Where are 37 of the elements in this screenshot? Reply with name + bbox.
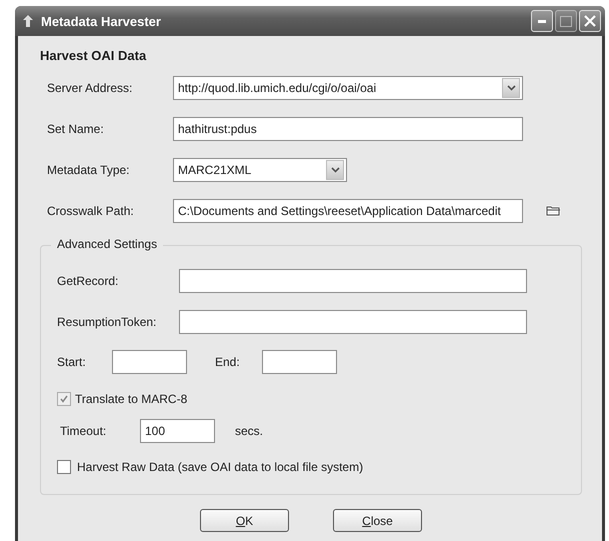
field-label: Start: xyxy=(57,355,87,369)
field-label: Timeout: xyxy=(59,424,108,438)
checkbox-label: Harvest Raw Data (save OAI data to local file system) xyxy=(77,460,364,474)
text-field[interactable] xyxy=(179,268,527,292)
checkbox-box[interactable] xyxy=(57,460,71,474)
text-field[interactable]: 100 xyxy=(140,419,215,443)
minimize-icon xyxy=(538,20,546,22)
maximize-icon xyxy=(560,16,572,26)
dialog-button[interactable]: OK xyxy=(200,509,289,532)
text-field[interactable] xyxy=(179,310,527,334)
close-button[interactable] xyxy=(579,10,601,32)
section-heading: Harvest OAI Data xyxy=(40,48,146,63)
field-label: ResumptionToken: xyxy=(57,314,158,328)
dropdown-caret-icon[interactable] xyxy=(326,160,344,180)
dialog-button[interactable]: Close xyxy=(333,509,422,532)
dropdown-field[interactable]: http://quod.lib.umich.edu/cgi/o/oai/oai xyxy=(173,76,523,100)
field-label: Set Name: xyxy=(47,122,105,136)
group-legend: Advanced Settings xyxy=(51,237,164,251)
close-icon xyxy=(584,15,596,27)
text-field[interactable] xyxy=(112,350,187,374)
field-label: Metadata Type: xyxy=(47,162,130,176)
field-label: GetRecord: xyxy=(57,274,120,288)
field-label: Crosswalk Path: xyxy=(47,204,135,218)
text-field[interactable]: hathitrust:pdus xyxy=(173,116,523,140)
field-label: End: xyxy=(215,355,241,369)
checkbox-box[interactable] xyxy=(57,392,71,406)
dropdown-caret-icon[interactable] xyxy=(502,78,520,98)
folder-icon[interactable] xyxy=(546,205,561,216)
path-field[interactable]: C:\Documents and Settings\reeset\Application Data\marcedit xyxy=(173,198,523,222)
unit-label: secs. xyxy=(235,424,264,438)
text-field[interactable] xyxy=(262,350,337,374)
dropdown-field[interactable]: MARC21XML xyxy=(173,158,347,182)
minimize-button[interactable] xyxy=(531,10,553,32)
window-title: Metadata Harvester xyxy=(41,14,162,28)
maximize-button[interactable] xyxy=(555,10,577,32)
app-icon xyxy=(21,14,35,28)
field-label: Server Address: xyxy=(47,80,134,94)
